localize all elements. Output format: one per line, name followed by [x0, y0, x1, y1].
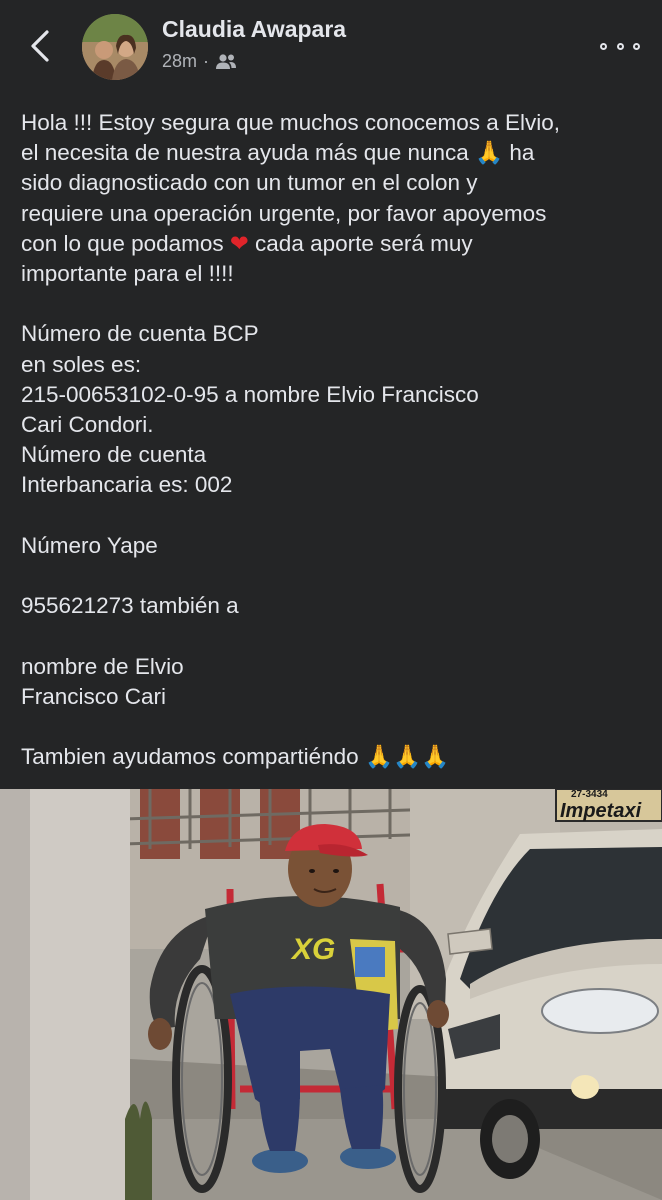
more-options-dot: [616, 42, 624, 50]
post-line: Número de cuenta: [21, 442, 207, 468]
back-button[interactable]: [22, 24, 58, 68]
post-line: importante para el !!!!: [21, 261, 234, 287]
post-line: Hola !!! Estoy segura que muchos conocem…: [21, 110, 561, 135]
pray-icon: 🙏: [475, 140, 504, 167]
more-options-dot: [633, 42, 640, 50]
post-text: Hola !!! Estoy segura que muchos conocem…: [21, 108, 651, 772]
chevron-left-icon: [31, 30, 49, 62]
pray-icons: 🙏🙏🙏: [364, 744, 449, 771]
taxi-phone-text: 27-3434: [571, 789, 608, 800]
post-line-text: ha: [509, 140, 535, 166]
post-time[interactable]: 28m: [162, 51, 197, 72]
author-name[interactable]: Claudia Awapara: [162, 16, 346, 43]
post-line: Tambien ayudamos compartiéndo 🙏🙏🙏: [21, 742, 651, 772]
more-options-button[interactable]: [600, 36, 640, 56]
post-line-text: con lo que podamos: [21, 230, 224, 256]
meta-separator: ·: [203, 51, 210, 71]
post-line: 215-00653102-0-95 a nombre Elvio Francis…: [21, 381, 479, 407]
post-header: Claudia Awapara 28m ·: [0, 0, 662, 92]
post-meta: 28m ·: [162, 51, 237, 72]
post-line: requiere una operación urgente, por favo…: [21, 200, 547, 226]
more-options-dot: [600, 42, 607, 50]
post-line: el necesita de nuestra ayuda más que nun…: [21, 138, 651, 168]
post-line: Número Yape: [21, 532, 158, 558]
post-line-text: cada aporte será muy: [255, 230, 473, 256]
taxi-sign-text: Impetaxi: [560, 800, 642, 822]
post-line: Francisco Cari: [21, 683, 167, 709]
avatar[interactable]: [82, 14, 148, 80]
post-line: Número de cuenta BCP: [21, 321, 259, 347]
post-line: 955621273 también a: [21, 593, 239, 619]
post-line: Cari Condori.: [21, 412, 154, 438]
post-line: nombre de Elvio: [21, 653, 184, 679]
post-photo[interactable]: 27-3434 Impetaxi XG: [0, 789, 662, 1200]
post-line: con lo que podamos ❤ cada aporte será mu…: [21, 229, 651, 259]
post-line: sido diagnosticado con un tumor en el co…: [21, 170, 478, 196]
post-line-text: el necesita de nuestra ayuda más que nun…: [21, 140, 469, 166]
post-line-text: Tambien ayudamos compartiéndo: [21, 744, 359, 770]
heart-icon: ❤: [229, 230, 249, 257]
shirt-print-text: XG: [290, 933, 335, 966]
friends-icon: [216, 53, 237, 69]
post-line: en soles es:: [21, 351, 142, 377]
post-line: Interbancaria es: 002: [21, 472, 233, 498]
